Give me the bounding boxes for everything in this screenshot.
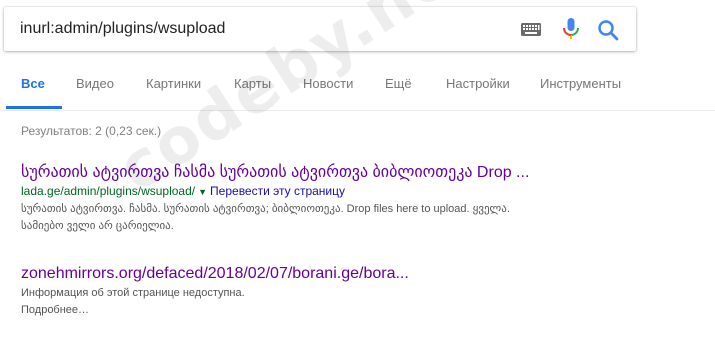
result-url-line: lada.ge/admin/plugins/wsupload/▼ Перевест… (21, 183, 641, 201)
result-title-link[interactable]: zonehmirrors.org/defaced/2018/02/07/bora… (21, 264, 641, 284)
search-tabs: Все Видео Картинки Карты Новости Ещё Нас… (0, 62, 715, 111)
result-snippet: სამიებო ველი არ ცარიელია. (21, 220, 174, 232)
search-results-page: Все Видео Картинки Карты Новости Ещё Нас… (0, 0, 715, 351)
tab-tools[interactable]: Инструменты (540, 76, 621, 91)
tab-more[interactable]: Ещё (385, 76, 412, 91)
more-info-link[interactable]: Подробнее… (21, 302, 641, 319)
translate-page-link[interactable]: Перевести эту страницу (210, 184, 345, 198)
search-result: სურათის ატვირთვა ჩასმა სურათის ატვირთვა … (21, 163, 641, 235)
keyboard-icon[interactable] (521, 23, 541, 36)
active-tab-indicator (6, 106, 62, 109)
search-result: zonehmirrors.org/defaced/2018/02/07/bora… (21, 264, 641, 319)
result-snippet: სურათის ატვირთვა. ჩასმა. სურათის ატვირთვ… (21, 203, 510, 215)
search-icon[interactable] (597, 19, 619, 41)
result-snippet: Информация об этой странице недоступна. (21, 287, 245, 299)
search-box (4, 7, 636, 51)
microphone-icon[interactable] (560, 17, 582, 41)
tab-all[interactable]: Все (21, 76, 45, 91)
tab-video[interactable]: Видео (76, 76, 114, 91)
result-stats: Результатов: 2 (0,23 сек.) (21, 124, 162, 138)
tab-maps[interactable]: Карты (234, 76, 271, 91)
tab-news[interactable]: Новости (303, 76, 353, 91)
result-url: lada.ge/admin/plugins/wsupload/ (21, 184, 196, 198)
result-title-link[interactable]: სურათის ატვირთვა ჩასმა სურათის ატვირთვა … (21, 163, 641, 183)
search-input[interactable] (20, 19, 490, 39)
tab-images[interactable]: Картинки (146, 76, 201, 91)
url-dropdown-arrow-icon[interactable]: ▼ (198, 187, 207, 197)
tab-settings[interactable]: Настройки (446, 76, 510, 91)
